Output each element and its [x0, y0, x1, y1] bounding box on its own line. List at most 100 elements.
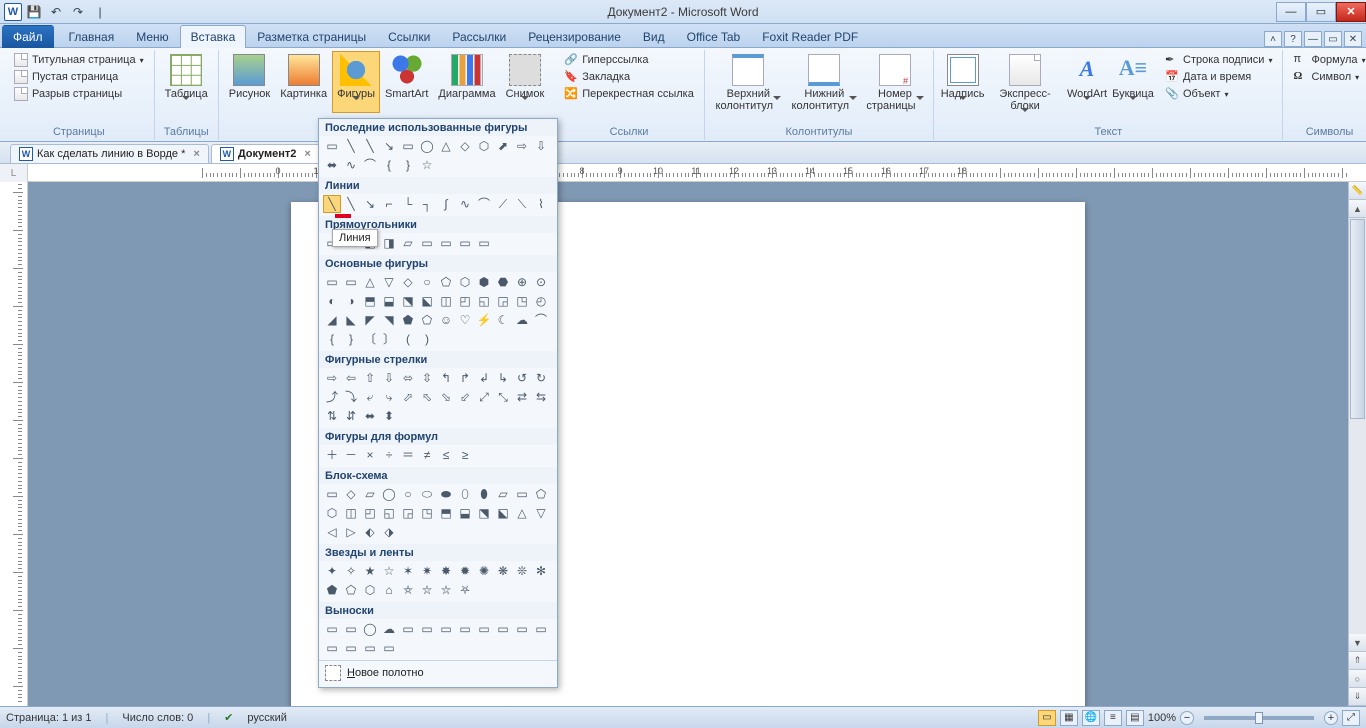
shape-stars-18[interactable]: ⛦ [437, 581, 455, 599]
shape-stars-7[interactable]: ✹ [456, 562, 474, 580]
shape-flowchart-11[interactable]: ⬠ [532, 485, 550, 503]
shape-stars-16[interactable]: ⛤ [399, 581, 417, 599]
shape-basic-5[interactable]: ○ [418, 273, 436, 291]
shape-basic-11[interactable]: ⊙ [532, 273, 550, 291]
shape-basic-9[interactable]: ⬣ [494, 273, 512, 291]
shape-basic-34[interactable]: ☁ [513, 311, 531, 329]
shape-arrows-16[interactable]: ⬀ [399, 388, 417, 406]
shape-equation-5[interactable]: ≠ [418, 446, 436, 464]
cover-page-button[interactable]: Титульная страница▾ [10, 52, 148, 68]
shape-arrows-6[interactable]: ↰ [437, 369, 455, 387]
shape-recent-8[interactable]: ⬡ [475, 137, 493, 155]
status-language[interactable]: русский [247, 712, 286, 724]
hyperlink-button[interactable]: 🔗Гиперссылка [560, 52, 698, 68]
zoom-thumb[interactable] [1255, 712, 1263, 724]
equation-button[interactable]: πФормула▾ [1289, 52, 1366, 68]
shape-arrows-22[interactable]: ⇄ [513, 388, 531, 406]
shape-flowchart-12[interactable]: ⬡ [323, 504, 341, 522]
shape-callouts-13[interactable]: ▭ [342, 639, 360, 657]
shape-recent-15[interactable]: { [380, 156, 398, 174]
shape-stars-5[interactable]: ✷ [418, 562, 436, 580]
close-button[interactable]: ✕ [1336, 2, 1366, 22]
screenshot-button[interactable]: Снимок [502, 52, 549, 112]
new-canvas-button[interactable]: Новое полотно [319, 660, 557, 685]
shape-flowchart-20[interactable]: ⬔ [475, 504, 493, 522]
shape-callouts-2[interactable]: ◯ [361, 620, 379, 638]
shape-lines-11[interactable]: ⌇ [532, 195, 550, 213]
shape-basic-33[interactable]: ☾ [494, 311, 512, 329]
shape-stars-14[interactable]: ⬡ [361, 581, 379, 599]
shape-basic-17[interactable]: ⬕ [418, 292, 436, 310]
shape-recent-17[interactable]: ☆ [418, 156, 436, 174]
shape-recent-2[interactable]: ╲ [361, 137, 379, 155]
shape-flowchart-26[interactable]: ⬖ [361, 523, 379, 541]
shape-stars-1[interactable]: ✧ [342, 562, 360, 580]
shape-basic-31[interactable]: ♡ [456, 311, 474, 329]
shape-basic-16[interactable]: ⬔ [399, 292, 417, 310]
qat-undo-icon[interactable]: ↶ [46, 3, 66, 21]
shape-arrows-3[interactable]: ⇩ [380, 369, 398, 387]
shape-basic-32[interactable]: ⚡ [475, 311, 493, 329]
shape-basic-15[interactable]: ⬓ [380, 292, 398, 310]
tab-stop-selector[interactable]: L [0, 164, 28, 182]
shape-arrows-21[interactable]: ⤡ [494, 388, 512, 406]
shape-flowchart-16[interactable]: ◲ [399, 504, 417, 522]
shape-stars-0[interactable]: ✦ [323, 562, 341, 580]
shape-lines-2[interactable]: ↘ [361, 195, 379, 213]
tab-office-tab[interactable]: Office Tab [676, 25, 752, 48]
header-button[interactable]: Верхний колонтитул [711, 52, 786, 112]
shape-basic-25[interactable]: ◣ [342, 311, 360, 329]
shape-basic-10[interactable]: ⊕ [513, 273, 531, 291]
tab-review[interactable]: Рецензирование [517, 25, 632, 48]
textbox-button[interactable]: Надпись [940, 52, 985, 112]
shape-basic-27[interactable]: ◥ [380, 311, 398, 329]
shape-callouts-9[interactable]: ▭ [494, 620, 512, 638]
shape-equation-7[interactable]: ≥ [456, 446, 474, 464]
shape-recent-6[interactable]: △ [437, 137, 455, 155]
shape-lines-3[interactable]: ⌐ [380, 195, 398, 213]
shape-callouts-4[interactable]: ▭ [399, 620, 417, 638]
tab-insert[interactable]: Вставка [180, 25, 247, 48]
shape-rects-6[interactable]: ▭ [437, 234, 455, 252]
shape-arrows-13[interactable]: ⤵ [342, 388, 360, 406]
view-web-icon[interactable]: 🌐 [1082, 710, 1100, 726]
tab-menu[interactable]: Меню [125, 25, 179, 48]
shape-flowchart-23[interactable]: ▽ [532, 504, 550, 522]
view-draft-icon[interactable]: ▤ [1126, 710, 1144, 726]
shape-callouts-3[interactable]: ☁ [380, 620, 398, 638]
shape-basic-29[interactable]: ⬠ [418, 311, 436, 329]
shape-stars-17[interactable]: ⛥ [418, 581, 436, 599]
ruler-toggle-icon[interactable]: 📏 [1349, 182, 1366, 200]
shape-equation-6[interactable]: ≤ [437, 446, 455, 464]
shape-arrows-5[interactable]: ⇳ [418, 369, 436, 387]
zoom-slider[interactable] [1204, 716, 1314, 720]
shape-rects-3[interactable]: ◨ [380, 234, 398, 252]
close-doc-tab-2-icon[interactable]: × [304, 148, 310, 160]
shape-callouts-6[interactable]: ▭ [437, 620, 455, 638]
shape-flowchart-9[interactable]: ▱ [494, 485, 512, 503]
shape-arrows-1[interactable]: ⇦ [342, 369, 360, 387]
mdi-restore-icon[interactable]: ▭ [1324, 31, 1342, 47]
shape-callouts-1[interactable]: ▭ [342, 620, 360, 638]
shape-recent-16[interactable]: } [399, 156, 417, 174]
shape-arrows-15[interactable]: ⤷ [380, 388, 398, 406]
tab-home[interactable]: Главная [58, 25, 126, 48]
shape-arrows-24[interactable]: ⇅ [323, 407, 341, 425]
shape-basic-12[interactable]: ◐ [323, 292, 341, 310]
wordart-button[interactable]: AWordArt [1065, 52, 1109, 112]
shape-basic-7[interactable]: ⬡ [456, 273, 474, 291]
shape-stars-15[interactable]: ⌂ [380, 581, 398, 599]
shape-lines-4[interactable]: └ [399, 195, 417, 213]
shape-rects-7[interactable]: ▭ [456, 234, 474, 252]
mdi-close-icon[interactable]: ✕ [1344, 31, 1362, 47]
view-fullscreen-icon[interactable]: ▦ [1060, 710, 1078, 726]
shape-stars-2[interactable]: ★ [361, 562, 379, 580]
shape-arrows-7[interactable]: ↱ [456, 369, 474, 387]
shape-arrows-19[interactable]: ⬃ [456, 388, 474, 406]
maximize-button[interactable]: ▭ [1306, 2, 1336, 22]
zoom-fit-icon[interactable]: ⤢ [1342, 710, 1360, 726]
horizontal-ruler[interactable]: 0123456789101112131415161718 [28, 164, 1366, 181]
qat-redo-icon[interactable]: ↷ [68, 3, 88, 21]
shape-basic-1[interactable]: ▭ [342, 273, 360, 291]
shape-flowchart-4[interactable]: ○ [399, 485, 417, 503]
